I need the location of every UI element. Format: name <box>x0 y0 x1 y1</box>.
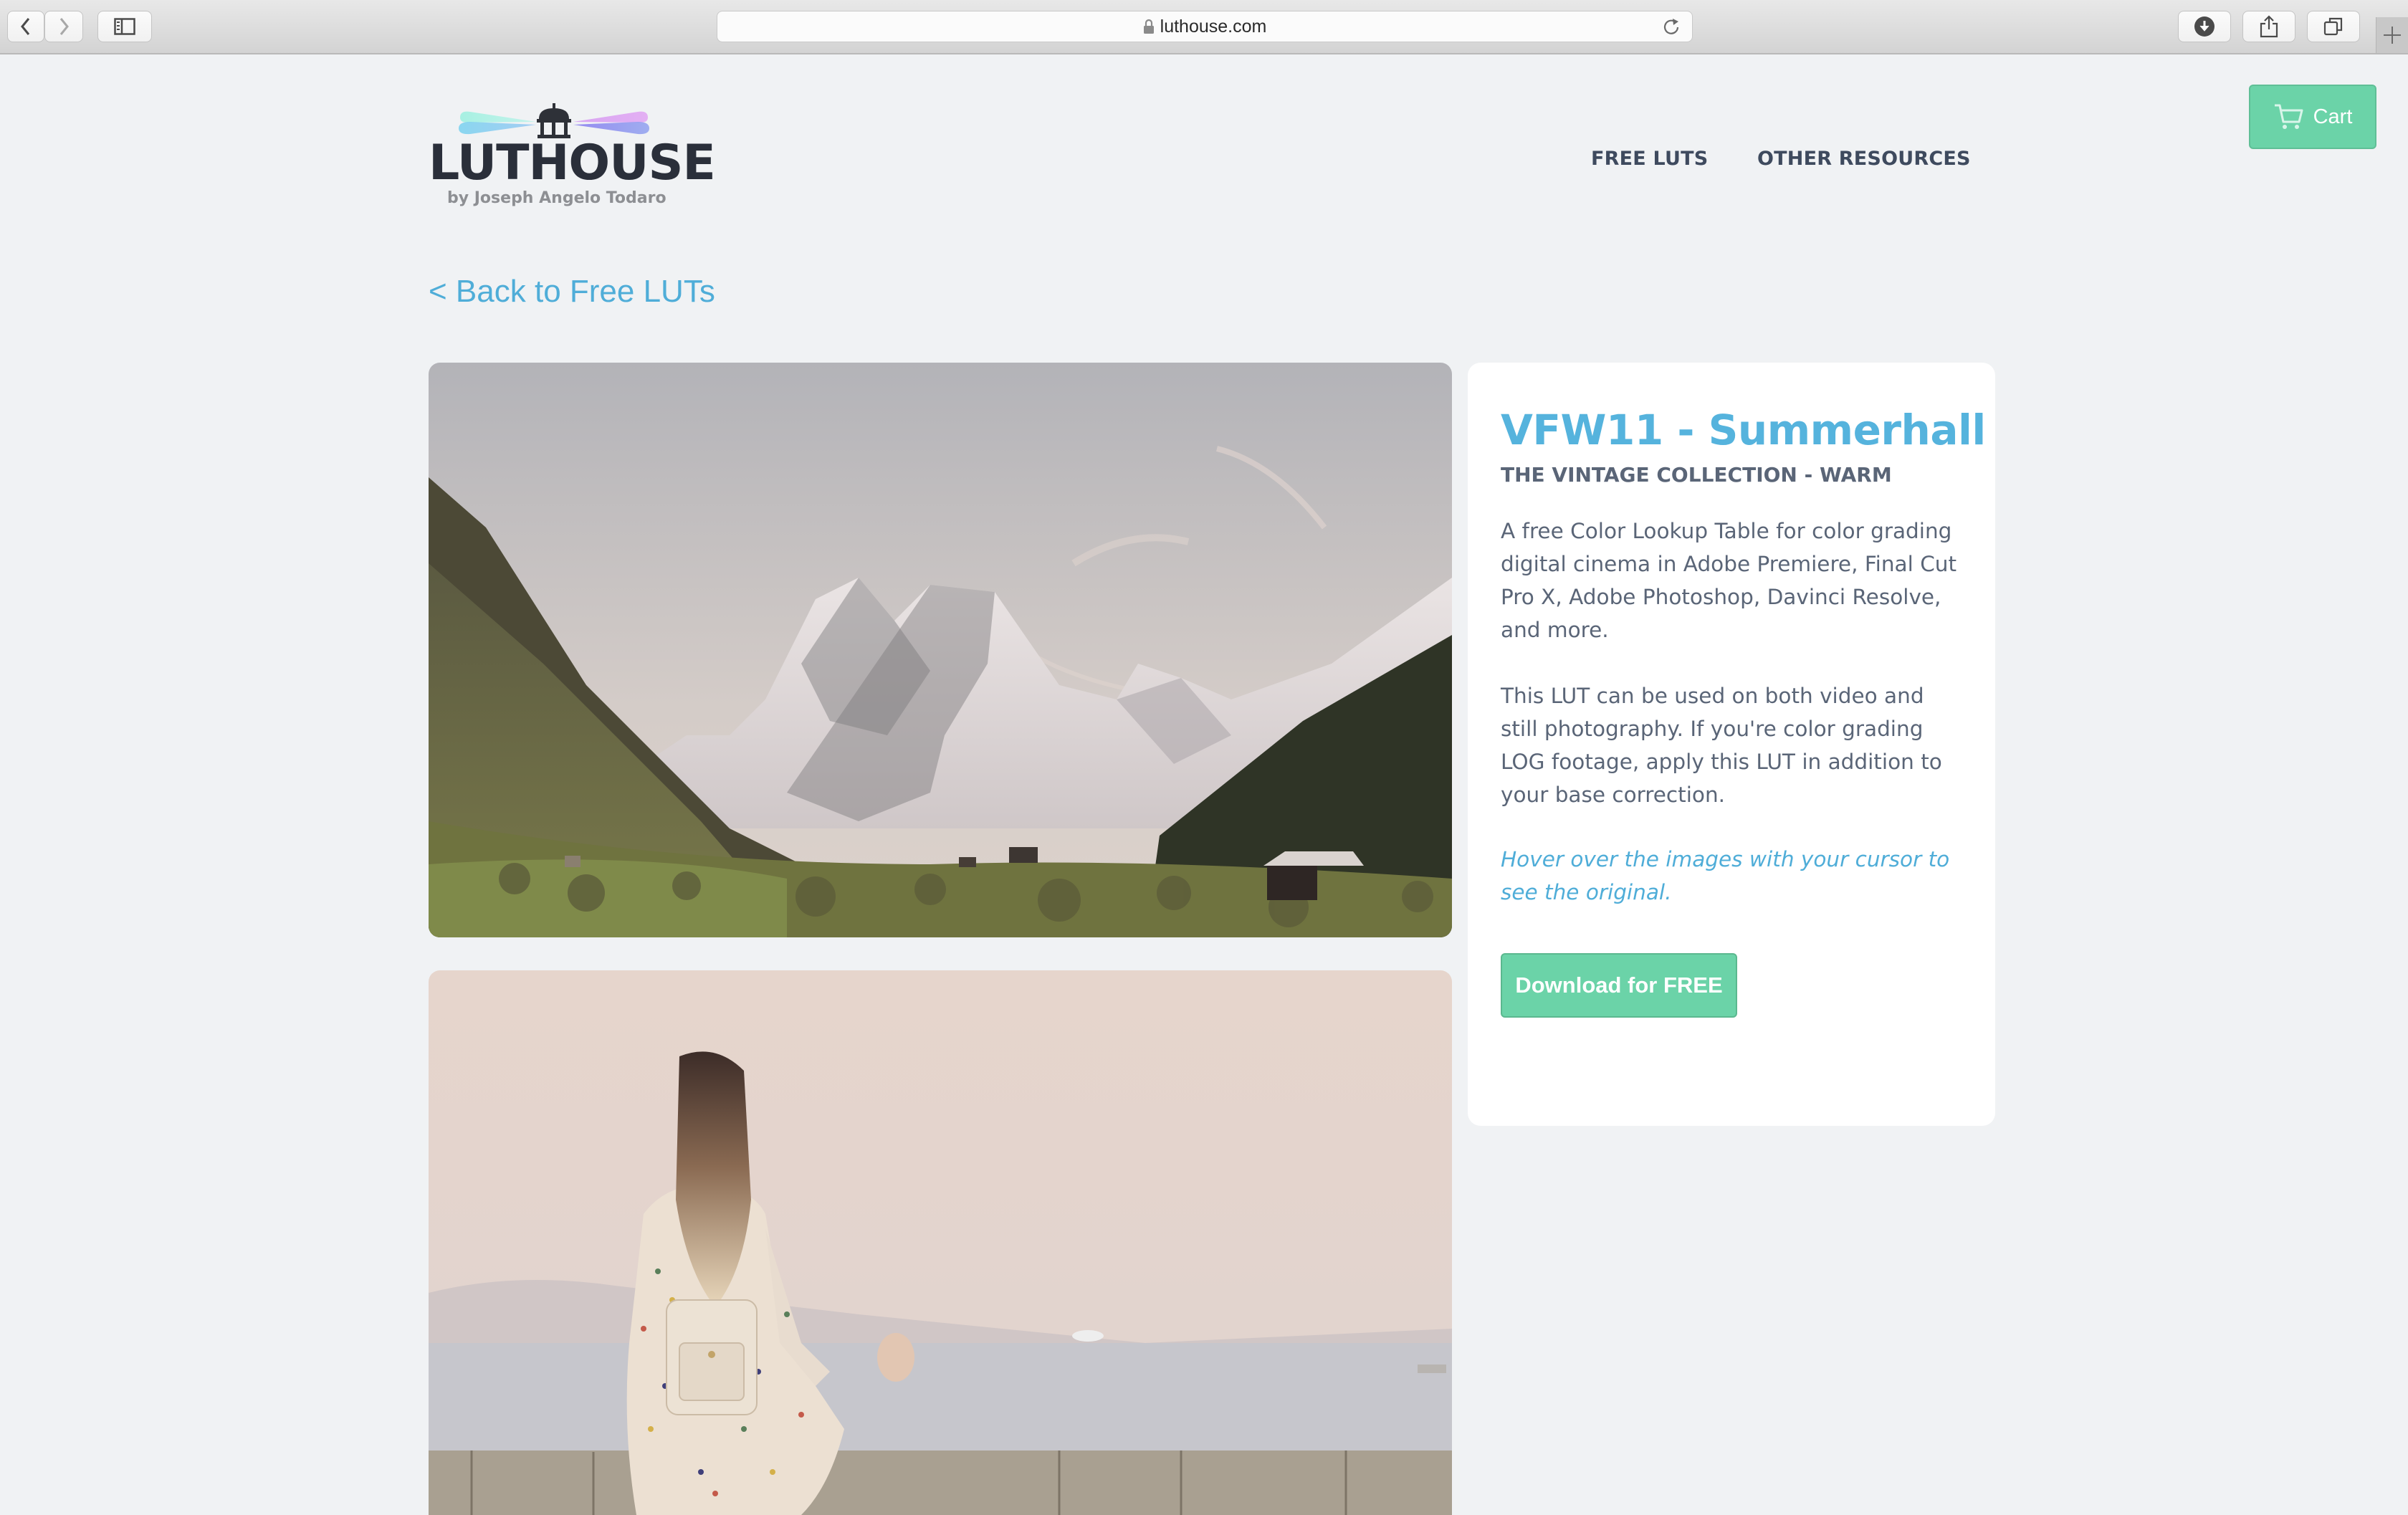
nav-free-luts[interactable]: FREE LUTS <box>1591 148 1708 170</box>
nav-other-resources[interactable]: OTHER RESOURCES <box>1757 148 1971 170</box>
reload-icon[interactable] <box>1663 18 1681 37</box>
share-icon <box>2260 15 2278 38</box>
back-button[interactable] <box>7 11 44 42</box>
hover-instruction: Hover over the images with your cursor t… <box>1501 847 1950 904</box>
lut-title: VFW11 - Summerhall <box>1501 406 1986 454</box>
tabs-overview-icon <box>2323 17 2343 36</box>
cart-icon <box>2274 104 2303 129</box>
sidebar-button[interactable] <box>97 11 152 42</box>
downloads-button[interactable] <box>2178 11 2231 42</box>
main-nav-secondary: OTHER RESOURCES <box>1757 148 1971 170</box>
main-nav: FREE LUTS <box>1591 148 1708 170</box>
lut-collection: THE VINTAGE COLLECTION - WARM <box>1501 463 1892 487</box>
plus-icon <box>2384 27 2401 44</box>
forward-button[interactable] <box>44 11 83 42</box>
download-free-button[interactable]: Download for FREE <box>1501 953 1737 1018</box>
mountain-photo <box>429 363 1452 937</box>
browser-toolbar: luthouse.com <box>0 0 2408 54</box>
back-icon <box>21 18 30 35</box>
lut-description-1: A free Color Lookup Table for color grad… <box>1501 519 1957 642</box>
address-bar[interactable]: luthouse.com <box>717 11 1693 42</box>
new-tab-button[interactable] <box>2376 17 2408 53</box>
logo-wordmark: LUTHOUSE <box>429 135 716 191</box>
woman-photo <box>429 970 1452 1515</box>
back-to-free-luts-link[interactable]: < Back to Free LUTs <box>429 274 715 310</box>
download-icon <box>2194 16 2214 37</box>
forward-icon <box>59 18 69 35</box>
lut-preview-image-woman[interactable] <box>429 970 1452 1515</box>
lut-info-card: VFW11 - Summerhall THE VINTAGE COLLECTIO… <box>1468 363 1995 1126</box>
lock-icon <box>1143 19 1154 34</box>
url-text: luthouse.com <box>1160 16 1267 37</box>
tabs-overview-button[interactable] <box>2307 11 2360 42</box>
share-button[interactable] <box>2242 11 2295 42</box>
logo-byline: by Joseph Angelo Todaro <box>447 189 666 207</box>
lut-preview-image-mountains[interactable] <box>429 363 1452 937</box>
cart-label: Cart <box>2313 105 2353 128</box>
lut-description-2: This LUT can be used on both video and s… <box>1501 684 1942 807</box>
sidebar-icon <box>114 18 135 35</box>
cart-button[interactable]: Cart <box>2249 85 2376 149</box>
